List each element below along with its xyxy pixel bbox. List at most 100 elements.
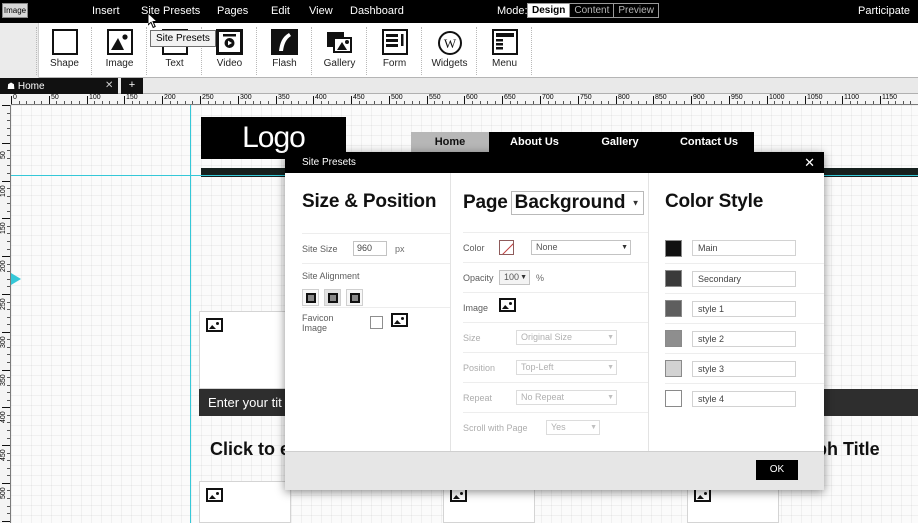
color-swatch-style-2[interactable] — [665, 330, 682, 347]
ok-button[interactable]: OK — [756, 460, 798, 480]
color-swatch-style-3[interactable] — [665, 360, 682, 377]
ruler-label: 150 — [126, 94, 138, 101]
ruler-tick — [888, 101, 889, 104]
ruler-tick — [7, 128, 10, 129]
tool-flash[interactable]: Flash — [256, 27, 312, 75]
close-icon[interactable]: ✕ — [804, 152, 815, 173]
dialog-title-bar[interactable]: Site Presets ✕ — [285, 152, 824, 173]
chevron-down-icon: ▼ — [520, 274, 527, 281]
ruler-label: 950 — [731, 94, 743, 101]
content-image-card[interactable] — [199, 481, 291, 523]
ruler-tick — [653, 96, 654, 104]
ruler-tick — [850, 101, 851, 104]
ruler-tick — [865, 101, 866, 104]
color-swatch-name[interactable]: style 1 — [692, 300, 796, 317]
color-swatch-row: Main — [665, 233, 824, 263]
tool-form[interactable]: Form — [366, 27, 422, 75]
tooltip: Site Presets — [150, 30, 216, 47]
color-swatch-style-1[interactable] — [665, 300, 682, 317]
ruler-tick — [185, 101, 186, 104]
bg-scroll-select[interactable]: Yes ▼ — [546, 420, 600, 435]
tool-image[interactable]: Image — [91, 27, 147, 75]
site-nav-contact-us[interactable]: Contact Us — [664, 132, 754, 152]
mode-button-preview[interactable]: Preview — [614, 4, 658, 17]
tool-menu[interactable]: Menu — [476, 27, 532, 75]
color-swatch-secondary[interactable] — [665, 270, 682, 287]
menu-item-view[interactable]: View — [309, 5, 333, 17]
color-swatch-name[interactable]: style 4 — [692, 390, 796, 407]
ruler-tick — [7, 158, 10, 159]
color-swatch-name[interactable]: Main — [692, 240, 796, 256]
mode-button-design[interactable]: Design — [528, 4, 571, 17]
bg-size-select[interactable]: Original Size ▼ — [516, 330, 617, 345]
vertical-ruler[interactable]: 50100150200250300350400450500550 — [0, 105, 11, 523]
color-swatch-row: style 1 — [665, 293, 824, 323]
ruler-label: 350 — [0, 374, 7, 386]
dialog-title: Site Presets — [302, 157, 356, 168]
horizontal-ruler[interactable]: 0 50 100 150 200 250 300 350 400 450 500 550 600 650 7… — [0, 94, 918, 105]
ruler-tick — [585, 101, 586, 104]
ruler-tick — [842, 96, 843, 104]
site-nav-home[interactable]: Home — [411, 132, 489, 152]
color-style-heading: Color Style — [665, 191, 764, 212]
page-tab-home[interactable]: ☗ Home — [0, 78, 118, 94]
align-right-button[interactable] — [346, 289, 363, 306]
bg-position-select[interactable]: Top-Left ▼ — [516, 360, 617, 375]
site-nav-gallery[interactable]: Gallery — [580, 132, 660, 152]
color-swatch-name[interactable]: Secondary — [692, 270, 796, 287]
bg-opacity-stepper[interactable]: 100 ▼ — [499, 270, 530, 285]
tool-shape[interactable]: Shape — [36, 27, 92, 75]
chevron-down-icon: ▼ — [590, 424, 597, 431]
tool-widgets[interactable]: W Widgets — [421, 27, 477, 75]
participate-link[interactable]: Participate — [858, 5, 910, 17]
ruler-tick — [336, 101, 337, 104]
ruler-label: 250 — [202, 94, 214, 101]
size-position-heading: Size & Position — [302, 191, 437, 212]
color-swatch-row: style 2 — [665, 323, 824, 353]
align-left-button[interactable] — [302, 289, 319, 306]
align-center-button[interactable] — [324, 289, 341, 306]
tool-gallery[interactable]: Gallery — [311, 27, 367, 75]
image-picker-icon[interactable] — [499, 298, 516, 317]
ruler-label: 800 — [618, 94, 630, 101]
page-section-select[interactable]: Background ▼ — [510, 191, 645, 215]
ruler-tick — [2, 294, 10, 295]
menu-item-pages[interactable]: Pages — [217, 5, 248, 17]
ruler-tick — [132, 101, 133, 104]
content-image-card[interactable] — [199, 311, 291, 389]
guide-line-vertical[interactable] — [190, 105, 191, 523]
page-tab-label: Home — [17, 81, 45, 92]
svg-text:W: W — [443, 36, 456, 51]
bg-color-select[interactable]: None ▼ — [531, 240, 631, 255]
ruler-tick — [7, 173, 10, 174]
close-icon[interactable]: ✕ — [105, 78, 113, 94]
menu-item-dashboard[interactable]: Dashboard — [350, 5, 404, 17]
color-swatch-style-4[interactable] — [665, 390, 682, 407]
color-swatch-name[interactable]: style 2 — [692, 330, 796, 347]
color-swatch-main[interactable] — [665, 239, 682, 257]
ruler-label: 450 — [353, 94, 365, 101]
site-size-input[interactable]: 960 — [353, 241, 387, 256]
image-placeholder-icon — [694, 488, 711, 507]
favicon-checkbox[interactable] — [370, 316, 383, 329]
site-alignment-label: Site Alignment — [302, 271, 360, 281]
site-alignment-row: Site Alignment — [302, 263, 450, 307]
menu-item-edit[interactable]: Edit — [271, 5, 290, 17]
ruler-tick — [2, 483, 10, 484]
ruler-tick — [359, 101, 360, 104]
image-picker-icon[interactable] — [391, 313, 408, 332]
color-swatch-name[interactable]: style 3 — [692, 360, 796, 377]
ruler-tick — [434, 101, 435, 104]
plus-icon[interactable]: + — [121, 78, 143, 94]
ruler-tick — [7, 377, 10, 378]
bg-repeat-select[interactable]: No Repeat ▼ — [516, 390, 617, 405]
ruler-tick — [412, 101, 413, 104]
mode-button-content[interactable]: Content — [570, 4, 615, 17]
site-nav-about-us[interactable]: About Us — [493, 132, 576, 152]
ruler-tick — [260, 101, 261, 104]
ruler-label: 850 — [655, 94, 667, 101]
menu-item-insert[interactable]: Insert — [92, 5, 120, 17]
none-swatch[interactable] — [499, 240, 514, 255]
ruler-tick — [570, 101, 571, 104]
ruler-tick — [7, 385, 10, 386]
